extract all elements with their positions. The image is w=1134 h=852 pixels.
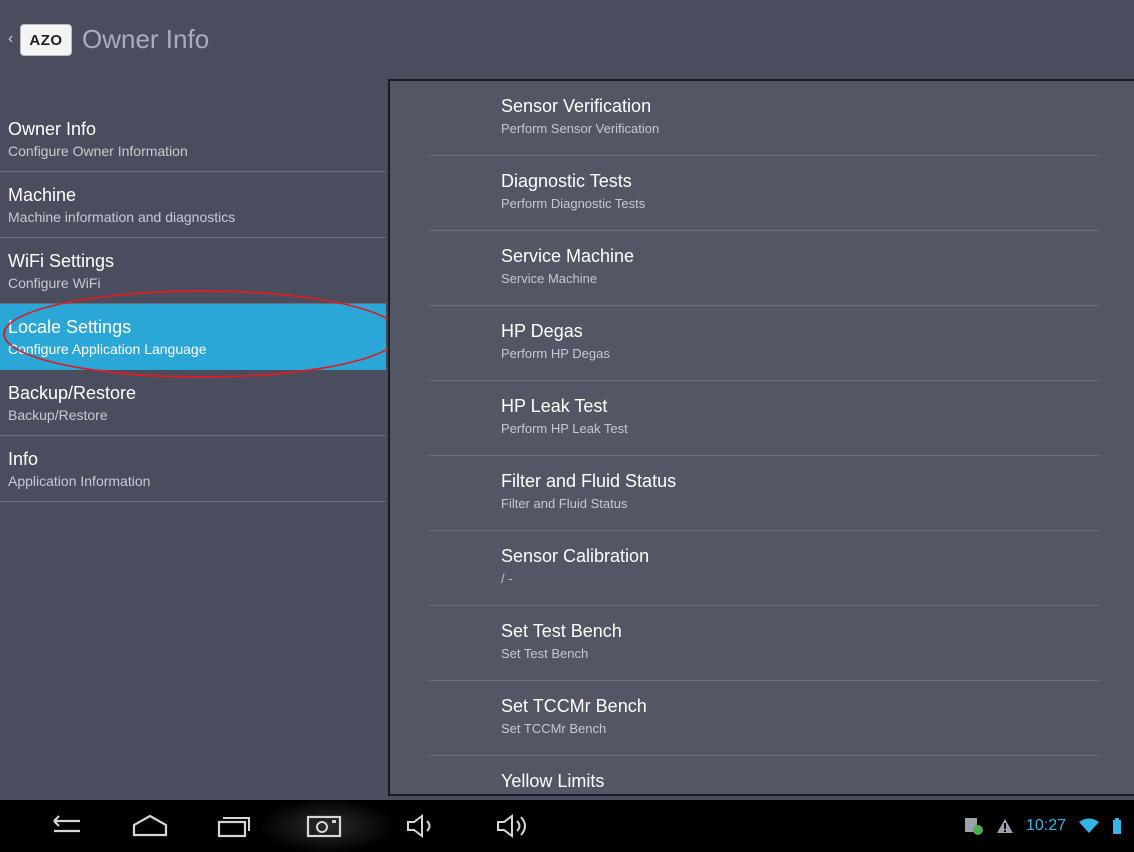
pref-summary: Perform Sensor Verification — [501, 121, 660, 136]
pref-item-set-tccmr-bench[interactable]: Set TCCMr Bench Set TCCMr Bench — [390, 681, 1134, 756]
header-item-summary: Application Information — [8, 473, 151, 489]
header-item-summary: Configure WiFi — [8, 275, 101, 291]
back-icon[interactable] — [43, 808, 89, 844]
pref-item-set-test-bench[interactable]: Set Test Bench Set Test Bench — [390, 606, 1134, 681]
header-item-summary: Configure Application Language — [8, 341, 207, 357]
header-item-title: Info — [8, 449, 39, 469]
up-chevron-icon[interactable]: ‹ — [8, 30, 13, 48]
header-item-machine[interactable]: Machine Machine information and diagnost… — [0, 172, 386, 238]
header-item-title: Machine — [8, 185, 77, 205]
header-item-wifi-settings[interactable]: WiFi Settings Configure WiFi — [0, 238, 386, 304]
pref-item-hp-leak-test[interactable]: HP Leak Test Perform HP Leak Test — [390, 381, 1134, 456]
pref-summary: Service Machine — [501, 271, 598, 286]
header-item-title: Owner Info — [8, 119, 97, 139]
system-nav-bar: 10:27 — [0, 800, 1134, 852]
settings-header-list: Owner Info Configure Owner Information M… — [0, 106, 386, 502]
pref-title: Set TCCMr Bench — [501, 696, 647, 716]
battery-icon — [1112, 818, 1122, 834]
pref-item-hp-degas[interactable]: HP Degas Perform HP Degas — [390, 306, 1134, 381]
pref-summary: Set TCCMr Bench — [501, 721, 607, 736]
pref-summary: Perform Diagnostic Tests — [501, 196, 646, 211]
app-logo[interactable]: AZO — [20, 24, 72, 56]
header-item-locale-settings[interactable]: Locale Settings Configure Application La… — [0, 304, 386, 370]
pref-summary: Perform HP Degas — [501, 346, 610, 361]
pref-summary: Filter and Fluid Status — [501, 496, 628, 511]
pref-item-yellow-limits[interactable]: Yellow Limits — [390, 756, 1134, 794]
header-item-summary: Machine information and diagnostics — [8, 209, 236, 225]
divider — [0, 501, 386, 502]
pref-title: Diagnostic Tests — [501, 171, 632, 191]
screenshot-icon[interactable] — [301, 808, 347, 844]
header-item-title: Backup/Restore — [8, 383, 137, 403]
header-item-summary: Backup/Restore — [8, 407, 108, 423]
pref-title: Set Test Bench — [501, 621, 622, 641]
pref-summary: Set Test Bench — [501, 646, 589, 661]
header-item-title: Locale Settings — [8, 317, 132, 337]
preference-list[interactable]: Sensor Verification Perform Sensor Verif… — [388, 79, 1134, 796]
pref-title: Sensor Verification — [501, 96, 652, 116]
warning-icon[interactable] — [996, 818, 1014, 834]
home-icon[interactable] — [127, 808, 173, 844]
status-area: 10:27 — [964, 814, 1122, 838]
recent-apps-icon[interactable] — [210, 808, 256, 844]
volume-up-icon[interactable] — [491, 808, 537, 844]
pref-summary: Perform HP Leak Test — [501, 421, 628, 436]
volume-down-icon[interactable] — [399, 808, 445, 844]
pref-title: HP Leak Test — [501, 396, 608, 416]
status-clock: 10:27 — [1025, 817, 1066, 834]
pref-summary: / - — [501, 571, 513, 586]
header-item-info[interactable]: Info Application Information — [0, 436, 386, 502]
header-item-summary: Configure Owner Information — [8, 143, 188, 159]
pref-title: HP Degas — [501, 321, 583, 341]
page-title: Owner Info — [82, 24, 210, 54]
pref-item-sensor-calibration[interactable]: Sensor Calibration / - — [390, 531, 1134, 606]
pref-item-diagnostic-tests[interactable]: Diagnostic Tests Perform Diagnostic Test… — [390, 156, 1134, 231]
action-bar: ‹ AZO Owner Info — [0, 0, 1134, 78]
pref-title: Sensor Calibration — [501, 546, 650, 566]
header-item-owner-info[interactable]: Owner Info Configure Owner Information — [0, 106, 386, 172]
wifi-icon — [1078, 818, 1100, 834]
pref-item-service-machine[interactable]: Service Machine Service Machine — [390, 231, 1134, 306]
pref-item-filter-fluid-status[interactable]: Filter and Fluid Status Filter and Fluid… — [390, 456, 1134, 531]
pref-title: Yellow Limits — [501, 771, 605, 791]
pref-item-sensor-verification[interactable]: Sensor Verification Perform Sensor Verif… — [390, 81, 1134, 156]
header-item-title: WiFi Settings — [8, 251, 115, 271]
header-item-backup-restore[interactable]: Backup/Restore Backup/Restore — [0, 370, 386, 436]
notification-icon[interactable] — [964, 817, 984, 835]
pref-title: Service Machine — [501, 246, 635, 266]
pref-title: Filter and Fluid Status — [501, 471, 677, 491]
